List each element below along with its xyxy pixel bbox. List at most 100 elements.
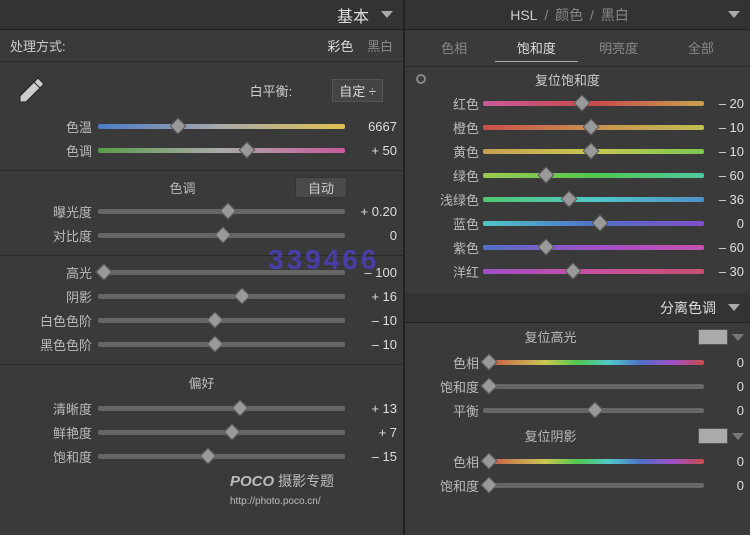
shadows-label: 阴影	[6, 287, 98, 306]
vibrance-label: 鲜艳度	[6, 423, 98, 442]
shadows-value[interactable]: + 16	[345, 289, 397, 304]
saturation-slider[interactable]	[98, 448, 345, 464]
hsl-color-value[interactable]: – 30	[704, 264, 744, 279]
shadows-slider[interactable]	[98, 288, 345, 304]
presence-header: 偏好	[6, 369, 397, 396]
hsl-color-label: 蓝色	[411, 214, 483, 233]
hsl-color-slider[interactable]	[483, 263, 704, 279]
wb-label: 白平衡:	[250, 81, 293, 100]
hsl-color-value[interactable]: – 60	[704, 168, 744, 183]
highlight-swatch[interactable]	[698, 329, 728, 345]
hsl-color-label: 黄色	[411, 142, 483, 161]
sat-reset-label[interactable]: 复位饱和度	[431, 70, 704, 89]
split-lo-sat-slider[interactable]	[483, 477, 704, 493]
treatment-color[interactable]: 彩色	[327, 39, 353, 54]
basic-panel: 基本 处理方式: 彩色 黑白 白平衡: 自定 ÷ 色温 6667 色调 + 5	[0, 0, 405, 535]
clarity-label: 清晰度	[6, 399, 98, 418]
tint-slider[interactable]	[98, 142, 345, 158]
chevron-down-icon[interactable]	[732, 334, 744, 341]
hsl-subtabs: 色相 饱和度 明亮度 全部	[405, 30, 750, 67]
hsl-tab[interactable]: HSL	[510, 7, 537, 23]
treatment-label: 处理方式:	[10, 36, 66, 55]
hsl-color-slider[interactable]	[483, 191, 704, 207]
contrast-slider[interactable]	[98, 227, 345, 243]
chevron-down-icon[interactable]	[732, 433, 744, 440]
split-balance-label: 平衡	[411, 401, 483, 420]
split-hi-sat-value[interactable]: 0	[704, 379, 744, 394]
temp-label: 色温	[6, 117, 98, 136]
bw-tab[interactable]: 黑白	[601, 7, 629, 23]
hsl-color-slider[interactable]	[483, 167, 704, 183]
hsl-color-slider[interactable]	[483, 119, 704, 135]
target-adjust-icon[interactable]	[411, 74, 431, 84]
color-tab[interactable]: 颜色	[555, 7, 583, 23]
hsl-color-value[interactable]: 0	[704, 216, 744, 231]
collapse-icon[interactable]	[381, 11, 393, 18]
split-lo-sat-value[interactable]: 0	[704, 478, 744, 493]
split-lo-hue-slider[interactable]	[483, 453, 704, 469]
split-balance-value[interactable]: 0	[704, 403, 744, 418]
tab-luminance[interactable]: 明亮度	[578, 34, 660, 62]
clarity-value[interactable]: + 13	[345, 401, 397, 416]
shadow-swatch[interactable]	[698, 428, 728, 444]
panel-title: 基本	[337, 3, 369, 27]
clarity-slider[interactable]	[98, 400, 345, 416]
tab-saturation[interactable]: 饱和度	[495, 34, 577, 62]
hsl-color-value[interactable]: – 36	[704, 192, 744, 207]
tone-header: 色调	[6, 178, 295, 197]
basic-panel-header[interactable]: 基本	[0, 0, 403, 30]
hsl-color-value[interactable]: – 10	[704, 120, 744, 135]
split-balance-slider[interactable]	[483, 402, 704, 418]
range-section: 高光 – 100 阴影 + 16 白色色阶 – 10 黑色色阶 – 10	[0, 256, 403, 365]
wb-select[interactable]: 自定 ÷	[332, 79, 383, 102]
contrast-value[interactable]: 0	[345, 228, 397, 243]
highlights-slider[interactable]	[98, 264, 345, 280]
hsl-color-label: 绿色	[411, 166, 483, 185]
hsl-panel-header[interactable]: HSL / 颜色 / 黑白	[405, 0, 750, 30]
whites-slider[interactable]	[98, 312, 345, 328]
blacks-slider[interactable]	[98, 336, 345, 352]
saturation-value[interactable]: – 15	[345, 449, 397, 464]
auto-button[interactable]: 自动	[295, 177, 347, 198]
temp-value[interactable]: 6667	[345, 119, 397, 134]
split-lo-hue-value[interactable]: 0	[704, 454, 744, 469]
hsl-color-value[interactable]: – 10	[704, 144, 744, 159]
wb-section: 白平衡: 自定 ÷ 色温 6667 色调 + 50	[0, 62, 403, 171]
split-lo-label[interactable]: 复位阴影	[411, 426, 690, 445]
hsl-color-slider[interactable]	[483, 215, 704, 231]
split-tone-header[interactable]: 分离色调	[405, 293, 750, 323]
hsl-color-slider[interactable]	[483, 239, 704, 255]
hsl-color-label: 橙色	[411, 118, 483, 137]
treatment-row: 处理方式: 彩色 黑白	[0, 30, 403, 62]
right-panels: HSL / 颜色 / 黑白 色相 饱和度 明亮度 全部 复位饱和度 红色– 20…	[405, 0, 750, 535]
whites-value[interactable]: – 10	[345, 313, 397, 328]
tone-section: 色调 自动 曝光度 + 0.20 对比度 0	[0, 171, 403, 256]
split-hi-sat-slider[interactable]	[483, 378, 704, 394]
highlights-value[interactable]: – 100	[345, 265, 397, 280]
split-hi-label[interactable]: 复位高光	[411, 327, 690, 346]
blacks-value[interactable]: – 10	[345, 337, 397, 352]
contrast-label: 对比度	[6, 226, 98, 245]
hsl-color-label: 浅绿色	[411, 190, 483, 209]
temp-slider[interactable]	[98, 118, 345, 134]
vibrance-value[interactable]: + 7	[345, 425, 397, 440]
tab-all[interactable]: 全部	[660, 34, 742, 62]
vibrance-slider[interactable]	[98, 424, 345, 440]
hsl-color-value[interactable]: – 20	[704, 96, 744, 111]
hsl-color-label: 紫色	[411, 238, 483, 257]
exposure-slider[interactable]	[98, 203, 345, 219]
tint-label: 色调	[6, 141, 98, 160]
hsl-color-slider[interactable]	[483, 95, 704, 111]
tab-hue[interactable]: 色相	[413, 34, 495, 62]
split-hi-hue-slider[interactable]	[483, 354, 704, 370]
presence-section: 偏好 清晰度 + 13 鲜艳度 + 7 饱和度 – 15	[0, 365, 403, 476]
collapse-icon[interactable]	[728, 11, 740, 18]
treatment-bw[interactable]: 黑白	[367, 39, 393, 54]
collapse-icon[interactable]	[728, 304, 740, 311]
hsl-color-slider[interactable]	[483, 143, 704, 159]
eyedropper-icon[interactable]	[12, 70, 52, 110]
hsl-color-value[interactable]: – 60	[704, 240, 744, 255]
split-hi-hue-value[interactable]: 0	[704, 355, 744, 370]
exposure-value[interactable]: + 0.20	[345, 204, 397, 219]
tint-value[interactable]: + 50	[345, 143, 397, 158]
